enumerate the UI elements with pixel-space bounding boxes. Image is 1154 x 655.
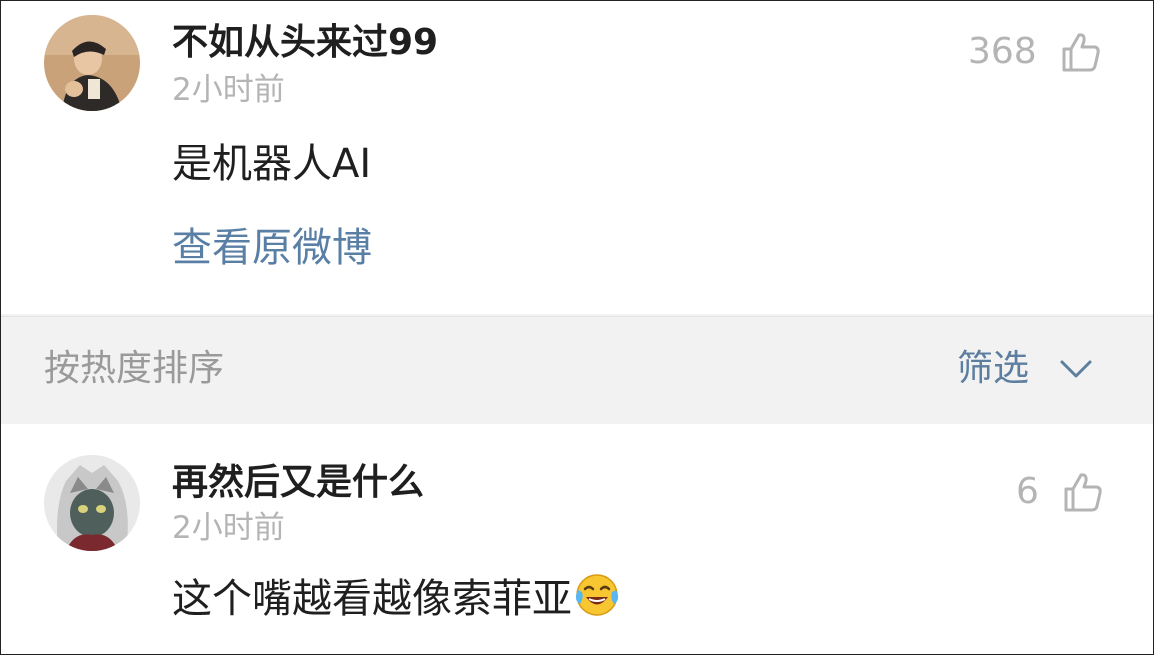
view-original-post-link[interactable]: 查看原微博 xyxy=(172,221,372,275)
post-card: 不如从头来过99 2小时前 368 是机器人AI 查看原微博 xyxy=(1,1,1153,314)
post-text: 是机器人AI xyxy=(172,141,372,187)
comment-like-count: 6 xyxy=(1016,471,1039,512)
chevron-down-icon xyxy=(1060,360,1092,378)
post-like-button[interactable]: 368 xyxy=(968,30,1101,74)
post-timestamp: 2小时前 xyxy=(172,72,285,108)
laughing-crying-emoji xyxy=(575,574,619,616)
comment-card: 再然后又是什么 2小时前 6 这个嘴越看越像索菲亚 xyxy=(1,424,1153,654)
comment-text-row: 这个嘴越看越像索菲亚 xyxy=(172,572,620,626)
comment-like-button[interactable]: 6 xyxy=(1016,470,1103,514)
sort-by-popularity-label[interactable]: 按热度排序 xyxy=(44,343,224,395)
filter-label: 筛选 xyxy=(957,348,1030,389)
thumbs-up-icon xyxy=(1062,33,1100,72)
comments-screen: 不如从头来过99 2小时前 368 是机器人AI 查看原微博 按热度排序 筛选 xyxy=(0,0,1154,655)
user-avatar-icon[interactable] xyxy=(44,15,140,111)
comment-timestamp: 2小时前 xyxy=(172,510,285,546)
thumbs-up-icon xyxy=(1064,473,1102,512)
comment-text: 这个嘴越看越像索菲亚 xyxy=(172,576,572,622)
cat-avatar-icon[interactable] xyxy=(44,455,140,551)
comment-username[interactable]: 再然后又是什么 xyxy=(172,460,424,506)
post-username[interactable]: 不如从头来过99 xyxy=(172,20,438,66)
post-like-count: 368 xyxy=(968,31,1037,72)
filter-button[interactable]: 筛选 xyxy=(957,341,1093,397)
